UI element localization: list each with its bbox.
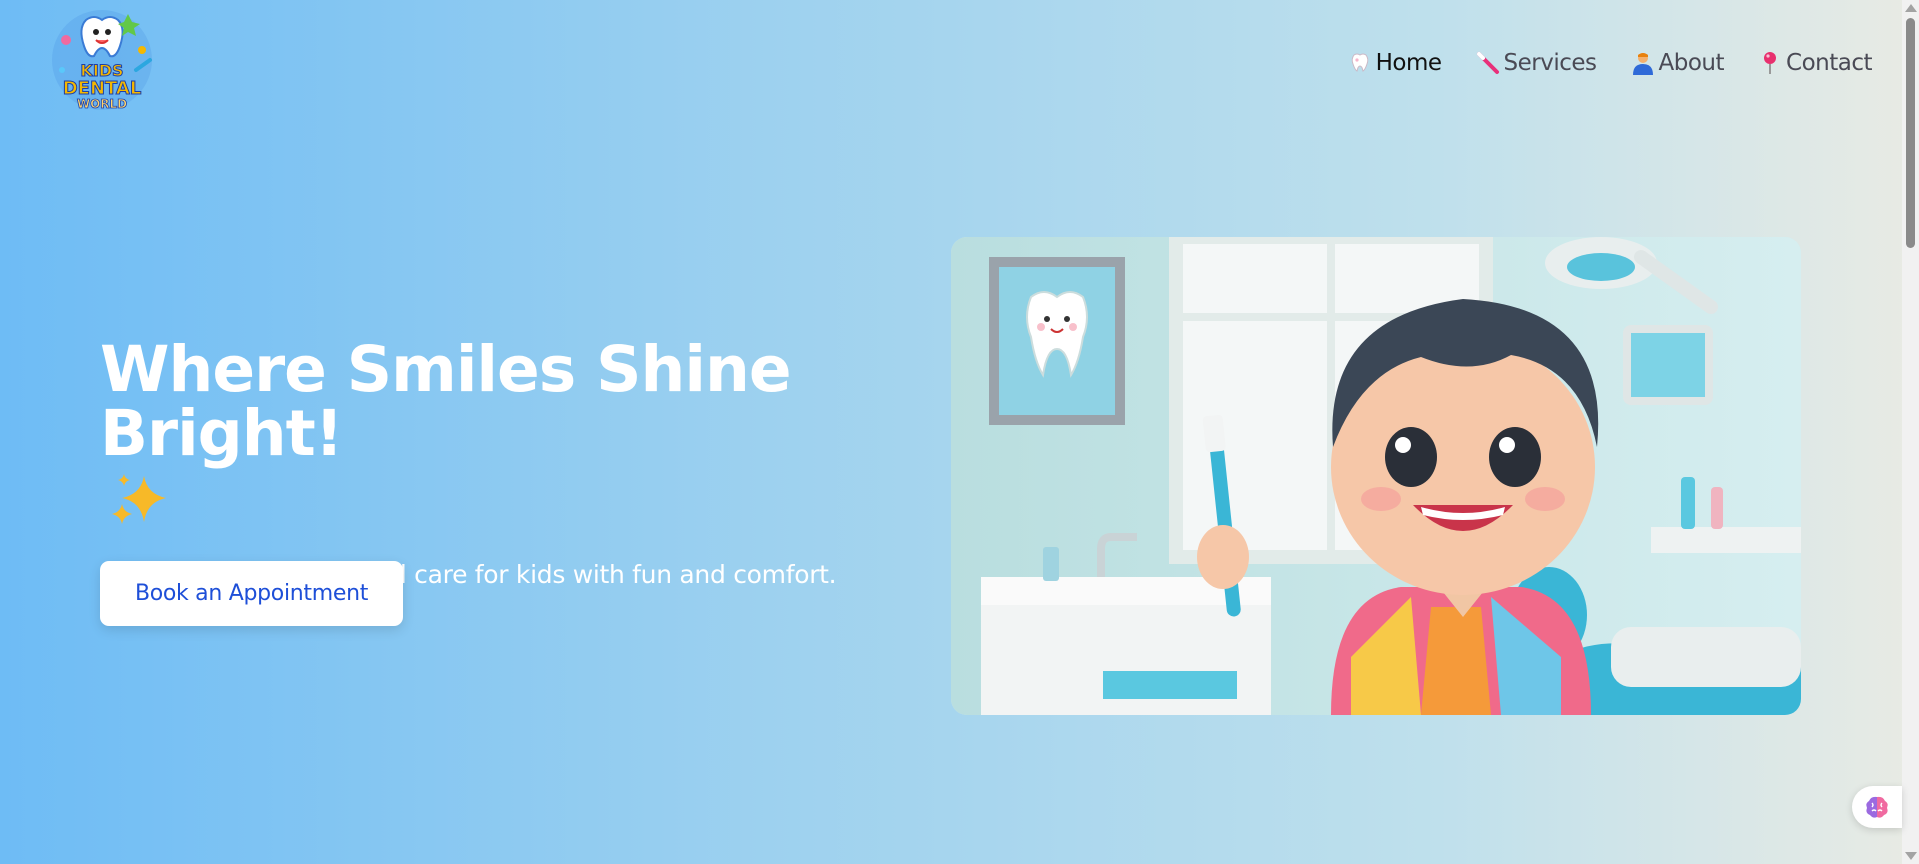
nav-contact-label: Contact — [1786, 50, 1872, 76]
page-scrollbar[interactable] — [1902, 0, 1919, 864]
nav-contact[interactable]: Contact — [1758, 50, 1872, 76]
logo-text-world: WORLD — [77, 97, 127, 111]
main-nav: Home Services About Contact — [1348, 50, 1872, 76]
scrollbar-thumb[interactable] — [1906, 18, 1915, 248]
brain-icon — [1866, 796, 1888, 818]
nav-home[interactable]: Home — [1348, 50, 1442, 76]
person-icon — [1631, 51, 1655, 75]
tooth-icon — [1348, 51, 1372, 75]
kids-dental-world-logo[interactable]: KIDS DENTAL WORLD — [46, 10, 158, 118]
nav-services[interactable]: Services — [1476, 50, 1597, 76]
nav-about[interactable]: About — [1631, 50, 1725, 76]
page: KIDS DENTAL WORLD Home Services About Co… — [0, 0, 1919, 864]
scroll-up-arrow-icon[interactable] — [1905, 4, 1917, 12]
sparkles-icon — [112, 474, 166, 524]
toothbrush-icon — [1476, 51, 1500, 75]
hero-title-text: Where Smiles Shine Bright! — [100, 333, 792, 470]
nav-services-label: Services — [1503, 50, 1598, 76]
nav-home-label: Home — [1375, 50, 1442, 76]
logo-text-dental: DENTAL — [63, 78, 142, 99]
hero-title: Where Smiles Shine Bright! — [100, 338, 930, 530]
nav-about-label: About — [1658, 50, 1725, 76]
hero-section: Where Smiles Shine Bright! Providing the… — [100, 338, 930, 590]
floating-assistant-button[interactable] — [1852, 786, 1902, 828]
book-appointment-button[interactable]: Book an Appointment — [100, 561, 403, 626]
hero-illustration — [951, 237, 1801, 715]
scroll-down-arrow-icon[interactable] — [1905, 852, 1917, 860]
pin-icon — [1758, 51, 1782, 75]
